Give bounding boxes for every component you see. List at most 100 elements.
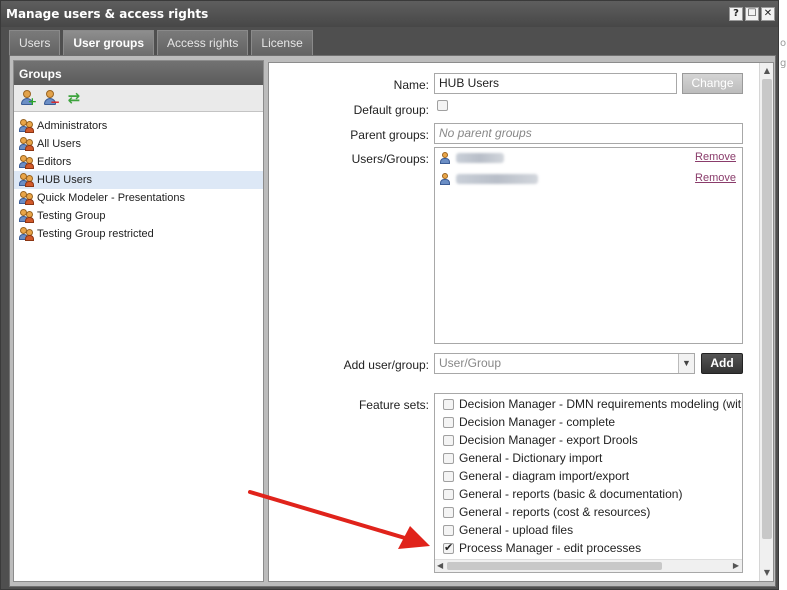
- name-field[interactable]: HUB Users: [434, 73, 677, 94]
- tab-user-groups[interactable]: User groups: [63, 30, 155, 55]
- user-icon: [440, 152, 450, 164]
- tab-users[interactable]: Users: [9, 30, 61, 55]
- remove-group-icon[interactable]: −: [42, 89, 60, 108]
- feature-label: General - upload files: [459, 523, 574, 537]
- feature-set-item[interactable]: General - Dictionary import: [443, 450, 602, 466]
- help-icon[interactable]: ?: [729, 7, 743, 21]
- add-user-group-placeholder: User/Group: [439, 356, 502, 370]
- maximize-icon[interactable]: ☐: [745, 7, 759, 21]
- group-icon: [19, 227, 35, 241]
- scroll-up-icon[interactable]: ▲: [762, 66, 772, 76]
- feature-set-item[interactable]: General - reports (cost & resources): [443, 504, 650, 520]
- feature-set-item[interactable]: General - diagram import/export: [443, 468, 629, 484]
- feature-checkbox[interactable]: [443, 470, 454, 482]
- feature-checkbox[interactable]: [443, 488, 454, 500]
- vertical-scrollbar[interactable]: ▲ ▼: [759, 63, 773, 581]
- tab-license[interactable]: License: [251, 30, 313, 55]
- title-bar[interactable]: Manage users & access rights ? ☐ ✕: [1, 1, 778, 27]
- group-icon: [19, 137, 35, 151]
- group-icon: [19, 191, 35, 205]
- feature-set-item[interactable]: Decision Manager - complete: [443, 414, 615, 430]
- scroll-left-icon[interactable]: ◀: [437, 561, 443, 570]
- groups-toolbar: + − ⇄: [14, 85, 263, 112]
- chevron-down-icon[interactable]: ▼: [678, 354, 694, 373]
- group-icon: [19, 173, 35, 187]
- group-item-editors[interactable]: Editors: [14, 153, 263, 171]
- user-icon: [440, 173, 450, 185]
- scrollbar-thumb[interactable]: [447, 562, 662, 570]
- add-button[interactable]: Add: [701, 353, 743, 374]
- add-user-group-select[interactable]: User/Group ▼: [434, 353, 695, 374]
- feature-label: General - reports (cost & resources): [459, 505, 651, 519]
- add-user-group-label: Add user/group:: [343, 358, 429, 372]
- background-edge: o g: [779, 0, 787, 590]
- parent-groups-field[interactable]: No parent groups: [434, 123, 743, 144]
- scrollbar-thumb[interactable]: [762, 79, 772, 539]
- close-icon[interactable]: ✕: [761, 7, 775, 21]
- feature-sets-list: Decision Manager - DMN requirements mode…: [434, 393, 743, 573]
- feature-checkbox[interactable]: [443, 398, 454, 410]
- group-label: Administrators: [37, 120, 108, 132]
- group-item-administrators[interactable]: Administrators: [14, 117, 263, 135]
- group-details-panel: Name: HUB Users Change Default group: Pa…: [268, 62, 774, 582]
- feature-label: General - reports (basic & documentation…: [459, 487, 683, 501]
- group-item-quick-modeler[interactable]: Quick Modeler - Presentations: [14, 189, 263, 207]
- feature-set-item[interactable]: General - reports (basic & documentation…: [443, 486, 682, 502]
- scroll-down-icon[interactable]: ▼: [762, 568, 772, 578]
- group-icon: [19, 119, 35, 133]
- feature-label: General - diagram import/export: [459, 469, 630, 483]
- add-group-icon[interactable]: +: [19, 89, 37, 107]
- group-item-testing-group-restricted[interactable]: Testing Group restricted: [14, 225, 263, 243]
- group-item-hub-users[interactable]: HUB Users: [14, 171, 263, 189]
- change-button[interactable]: Change: [682, 73, 743, 94]
- feature-label: Decision Manager - complete: [459, 415, 616, 429]
- feature-checkbox[interactable]: [443, 452, 454, 464]
- groups-panel: Groups + − ⇄ Administrators All Users Ed…: [13, 60, 264, 582]
- dialog-title: Manage users & access rights: [6, 7, 209, 21]
- feature-checkbox[interactable]: [443, 434, 454, 446]
- member-name-redacted: [456, 174, 538, 184]
- group-item-all-users[interactable]: All Users: [14, 135, 263, 153]
- remove-member-link[interactable]: Remove: [695, 151, 736, 163]
- default-group-label: Default group:: [353, 103, 429, 117]
- feature-label: Process Manager - edit processes: [459, 541, 642, 555]
- feature-set-item[interactable]: Process Manager - edit processes: [443, 540, 641, 556]
- groups-list: Administrators All Users Editors HUB Use…: [14, 112, 263, 243]
- users-groups-label: Users/Groups:: [351, 152, 429, 166]
- group-item-testing-group[interactable]: Testing Group: [14, 207, 263, 225]
- group-label: Testing Group restricted: [37, 228, 154, 240]
- feature-label: General - Dictionary import: [459, 451, 603, 465]
- feature-sets-label: Feature sets:: [358, 398, 429, 412]
- tab-content: Groups + − ⇄ Administrators All Users Ed…: [9, 55, 776, 587]
- feature-set-item[interactable]: Decision Manager - export Drools: [443, 432, 638, 448]
- feature-checkbox[interactable]: [443, 506, 454, 518]
- remove-member-link[interactable]: Remove: [695, 172, 736, 184]
- horizontal-scrollbar[interactable]: ◀ ▶: [435, 559, 742, 572]
- feature-label: Decision Manager - export Drools: [459, 433, 638, 447]
- feature-set-item[interactable]: Decision Manager - DMN requirements mode…: [443, 396, 743, 412]
- members-list: Remove Remove: [434, 147, 743, 344]
- member-row: [440, 172, 538, 186]
- group-icon: [19, 209, 35, 223]
- window-controls: ? ☐ ✕: [729, 7, 775, 21]
- default-group-checkbox[interactable]: [437, 100, 448, 111]
- group-icon: [19, 155, 35, 169]
- member-name-redacted: [456, 153, 504, 163]
- feature-set-item[interactable]: General - upload files: [443, 522, 573, 538]
- tab-bar: Users User groups Access rights License: [9, 30, 313, 55]
- feature-label: Decision Manager - DMN requirements mode…: [459, 397, 743, 411]
- feature-checkbox[interactable]: [443, 416, 454, 428]
- scroll-right-icon[interactable]: ▶: [733, 561, 739, 570]
- feature-checkbox[interactable]: [443, 524, 454, 536]
- parent-groups-label: Parent groups:: [350, 128, 429, 142]
- group-label: All Users: [37, 138, 82, 150]
- name-label: Name:: [393, 78, 429, 92]
- groups-panel-title: Groups: [14, 61, 263, 85]
- manage-users-dialog: Manage users & access rights ? ☐ ✕ Users…: [0, 0, 779, 590]
- refresh-icon[interactable]: ⇄: [65, 89, 83, 107]
- group-label: Testing Group: [37, 210, 106, 222]
- feature-checkbox-checked[interactable]: [443, 541, 454, 554]
- group-label: Editors: [37, 156, 72, 168]
- tab-access-rights[interactable]: Access rights: [157, 30, 249, 55]
- member-row: [440, 151, 504, 165]
